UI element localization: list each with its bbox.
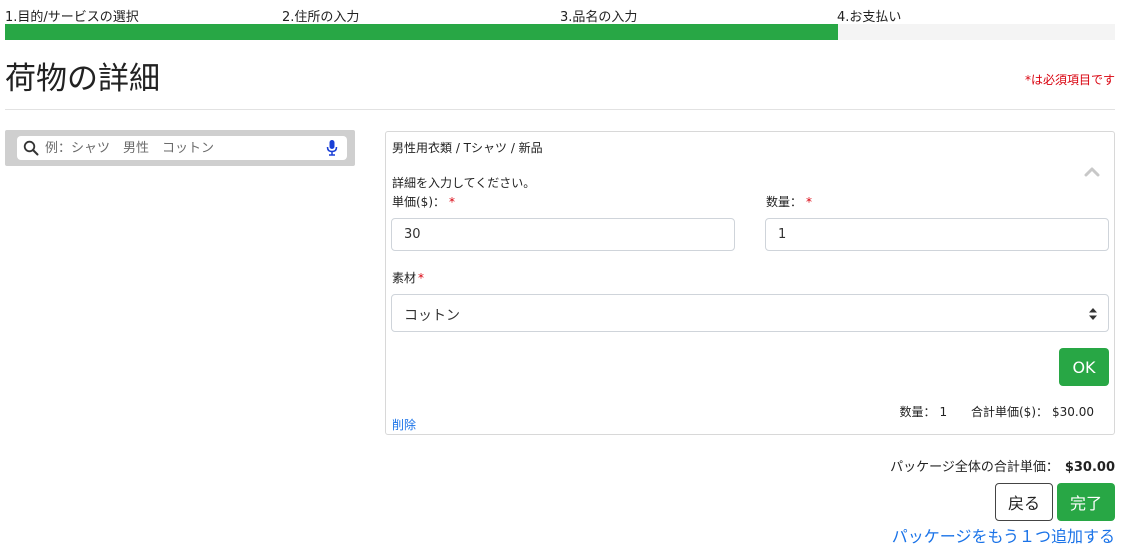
unit-price-input[interactable] [391,218,735,251]
package-total-value: $30.00 [1064,460,1115,475]
divider [5,109,1115,110]
summary-total-value: $30.00 [1052,405,1094,419]
quantity-input[interactable] [765,218,1109,251]
search-input[interactable] [45,138,315,158]
unit-price-label-text: 単価($)： [392,195,445,209]
package-total: パッケージ全体の合計単価： $30.00 [890,456,1115,475]
microphone-icon[interactable] [325,139,339,157]
progress-steps: 1.目的/サービスの選択 2.住所の入力 3.品名の入力 4.お支払い [5,4,1115,25]
material-label-text: 素材 [392,271,417,285]
quantity-label: 数量： * [766,193,812,210]
search-icon [23,140,39,156]
required-mark: * [806,195,813,209]
search-panel [5,130,355,166]
progress-bar-fill [5,24,838,40]
delete-link[interactable]: 削除 [392,416,416,433]
summary-quantity-value: 1 [939,405,948,419]
quantity-label-text: 数量： [766,195,803,209]
unit-price-label: 単価($)： * [392,193,455,210]
required-mark: * [418,271,425,285]
step-3-label: 3.品名の入力 [560,10,638,25]
page-title: 荷物の詳細 [5,61,160,97]
select-arrows-icon [1089,308,1097,320]
summary-quantity-label: 数量： [899,405,936,419]
item-summary: 数量： 1 合計単価($)： $30.00 [896,403,1094,420]
material-select[interactable]: コットン [391,294,1109,332]
chevron-up-icon[interactable] [1084,165,1100,177]
add-package-link[interactable]: パッケージをもう１つ追加する [892,523,1115,547]
back-button[interactable]: 戻る [995,483,1053,521]
step-4-label: 4.お支払い [837,10,902,25]
material-select-value: コットン [404,308,460,324]
package-total-label: パッケージ全体の合計単価： [890,460,1059,475]
item-category-path: 男性用衣類 / Tシャツ / 新品 [392,141,543,155]
required-mark: * [449,195,455,209]
required-note: *は必須項目です [1024,73,1115,87]
done-button[interactable]: 完了 [1057,483,1115,521]
material-label: 素材 * [392,269,424,286]
progress-bar [5,24,1115,40]
step-1-label: 1.目的/サービスの選択 [5,10,139,25]
search-box [17,136,347,160]
step-2-label: 2.住所の入力 [282,10,360,25]
ok-button[interactable]: OK [1059,348,1109,386]
summary-total-label: 合計単価($)： [971,405,1048,419]
instructions-text: 詳細を入力してください。 [392,176,536,190]
item-card: 男性用衣類 / Tシャツ / 新品 詳細を入力してください。 単価($)： * 数… [385,131,1115,435]
